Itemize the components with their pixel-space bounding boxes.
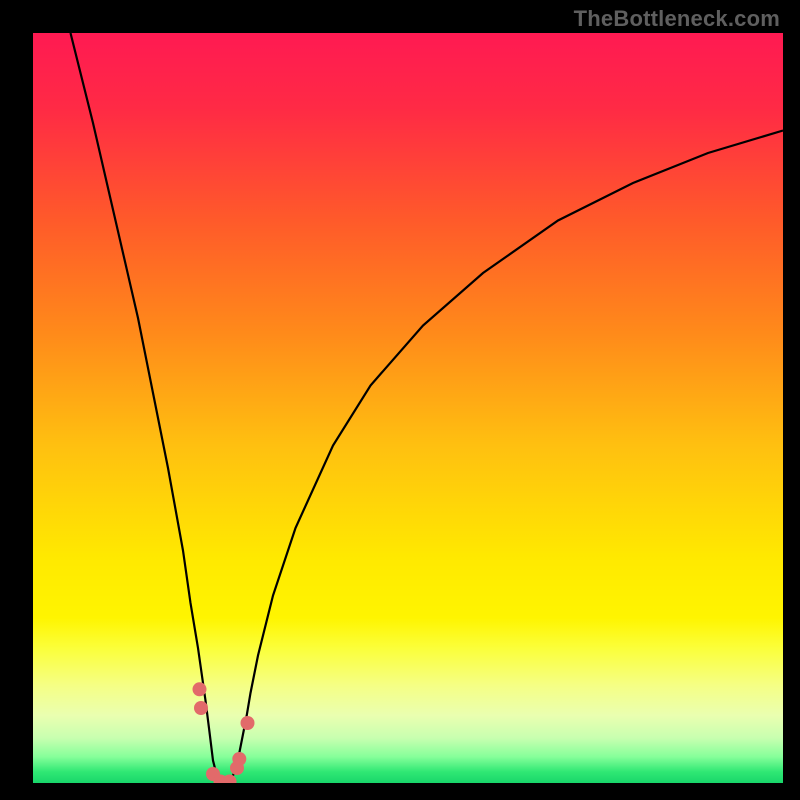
curve-marker <box>194 701 208 715</box>
curve-marker <box>232 752 246 766</box>
curve-marker <box>193 682 207 696</box>
curve-marker <box>241 716 255 730</box>
bottleneck-curve <box>33 33 783 783</box>
curve-line <box>71 33 784 783</box>
chart-frame: TheBottleneck.com <box>0 0 800 800</box>
curve-markers <box>193 682 255 783</box>
watermark-text: TheBottleneck.com <box>574 6 780 32</box>
plot-area <box>33 33 783 783</box>
curve-marker <box>223 775 237 784</box>
